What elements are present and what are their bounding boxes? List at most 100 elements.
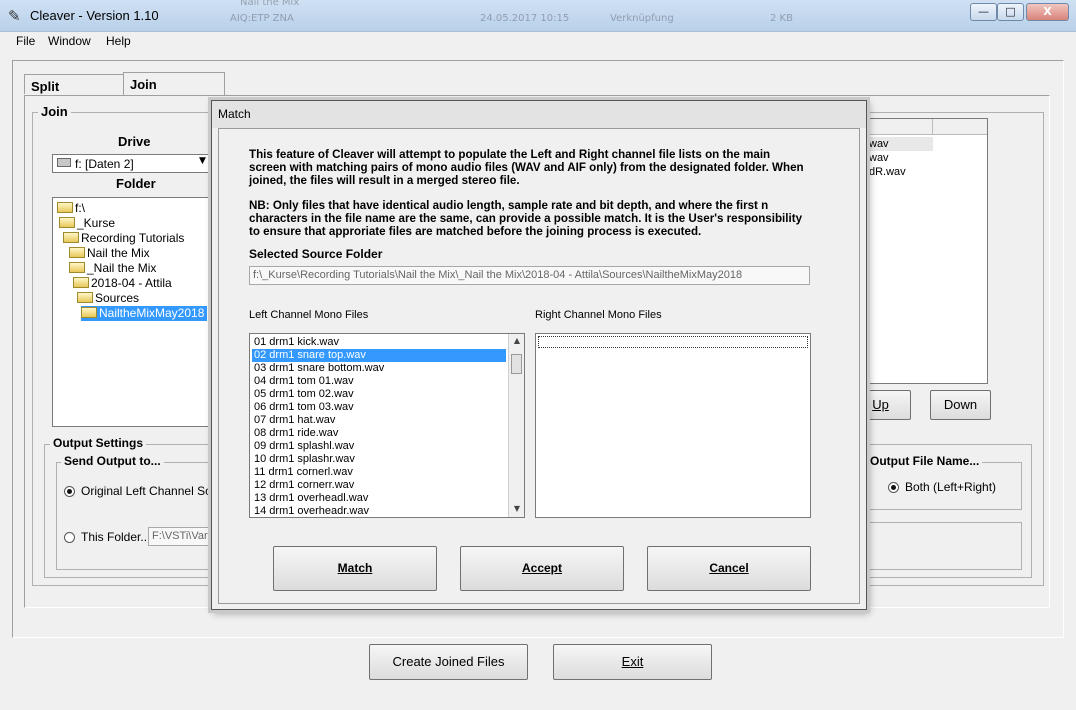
menu-help[interactable]: Help [106, 34, 131, 48]
right-channel-label: Right Channel Mono Files [535, 309, 662, 321]
cancel-button[interactable]: Cancel [647, 546, 811, 591]
folder-tree-item-label: Recording Tutorials [81, 231, 185, 245]
folder-label: Folder [116, 176, 156, 191]
send-output-title: Send Output to... [61, 454, 164, 468]
ghost-text: 2 KB [770, 13, 793, 24]
folder-tree-item-label: 2018-04 - Attila [91, 276, 172, 290]
both-channels-radio[interactable] [888, 482, 899, 493]
folder-tree-item-label: Sources [95, 291, 140, 305]
folder-tree-item[interactable]: _Nail the Mix [69, 261, 159, 276]
this-folder-radio[interactable] [64, 532, 75, 543]
tab-split[interactable]: Split [24, 74, 124, 94]
send-output-group [56, 462, 216, 570]
list-item[interactable]: 13 drm1 overheadl.wav [252, 492, 370, 505]
list-item[interactable]: 10 drm1 splashr.wav [252, 453, 357, 466]
column-header[interactable] [867, 119, 933, 135]
intro-text: This feature of Cleaver will attempt to … [249, 148, 804, 187]
join-group-title: Join [38, 104, 71, 119]
drive-label: Drive [118, 134, 151, 149]
left-list-scrollbar[interactable]: ▲ ▼ [508, 334, 524, 517]
list-item[interactable]: 12 drm1 cornerr.wav [252, 479, 356, 492]
scroll-down-icon[interactable]: ▼ [509, 504, 524, 513]
dialog-body: This feature of Cleaver will attempt to … [218, 128, 860, 604]
folder-icon [63, 232, 79, 243]
list-item[interactable]: 05 drm1 tom 02.wav [252, 388, 356, 401]
scroll-up-icon[interactable]: ▲ [509, 336, 524, 345]
left-channel-list[interactable]: 01 drm1 kick.wav 02 drm1 snare top.wav 03 … [249, 333, 525, 518]
chevron-down-icon[interactable]: ▼ [199, 156, 206, 166]
list-item[interactable]: 01 drm1 kick.wav [252, 336, 341, 349]
folder-tree-item[interactable]: Sources [77, 291, 142, 306]
menu-bar: File Window Help [0, 32, 1076, 52]
right-file-list[interactable]: wav wav dR.wav [866, 118, 988, 384]
list-item[interactable]: 11 drm1 cornerl.wav [252, 466, 355, 479]
list-item[interactable]: 14 drm1 overheadr.wav [252, 505, 371, 517]
match-button[interactable]: Match [273, 546, 437, 591]
original-source-radio[interactable] [64, 486, 75, 497]
drive-value: f: [Daten 2] [75, 157, 134, 171]
exit-button-label: Exit [621, 654, 644, 669]
ghost-text: Nail the Mix [240, 0, 300, 8]
tab-join-label: Join [130, 77, 157, 92]
accept-button-label: Accept [521, 561, 562, 575]
list-item[interactable]: 02 drm1 snare top.wav [252, 349, 506, 362]
window-title: Cleaver - Version 1.10 [30, 8, 159, 23]
exit-button[interactable]: Exit [553, 644, 712, 680]
source-folder-input[interactable]: f:\_Kurse\Recording Tutorials\Nail the M… [249, 266, 810, 285]
output-file-name-title: Output File Name... [867, 454, 983, 468]
create-joined-files-button[interactable]: Create Joined Files [369, 644, 528, 680]
ghost-text: Verknüpfung [610, 13, 674, 24]
tab-split-label: Split [31, 79, 60, 94]
list-item[interactable]: 03 drm1 snare bottom.wav [252, 362, 386, 375]
menu-window[interactable]: Window [48, 34, 91, 48]
folder-tree-item[interactable]: Nail the Mix [69, 246, 153, 261]
cleaver-app-icon: ✎ [8, 7, 21, 25]
folder-tree-item[interactable]: _Kurse [59, 216, 118, 231]
folder-tree[interactable]: f:\ _Kurse Recording Tutorials Nail the Mix… [52, 197, 214, 427]
this-folder-label: This Folder... [81, 530, 151, 544]
folder-tree-item-label: f:\ [75, 201, 86, 215]
list-item[interactable]: 08 drm1 ride.wav [252, 427, 340, 440]
close-button[interactable]: X [1026, 3, 1069, 21]
menu-file[interactable]: File [16, 34, 35, 48]
minimize-button[interactable]: — [970, 3, 997, 21]
list-item[interactable]: dR.wav [869, 166, 906, 178]
down-button-label: Down [943, 397, 978, 412]
list-item[interactable]: wav [869, 138, 889, 150]
list-item[interactable]: 04 drm1 tom 01.wav [252, 375, 356, 388]
list-item[interactable]: wav [869, 152, 889, 164]
folder-tree-item-label: NailtheMixMay2018 [99, 306, 205, 320]
cancel-button-label: Cancel [709, 561, 749, 575]
down-button[interactable]: Down [930, 390, 991, 420]
match-dialog: Match This feature of Cleaver will attem… [211, 100, 867, 610]
ghost-text: AIQ:ETP ZNA [230, 13, 294, 24]
this-folder-input[interactable]: F:\VSTi\Variou [148, 527, 218, 546]
folder-tree-item[interactable]: f:\ [57, 201, 88, 216]
note-text: NB: Only files that have identical audio… [249, 199, 803, 238]
folder-tree-item-label: _Kurse [77, 216, 116, 230]
folder-tree-item-label: Nail the Mix [87, 246, 150, 260]
dialog-title-bar: Match [212, 101, 866, 128]
column-header[interactable] [933, 119, 987, 135]
up-button-label: Up [872, 397, 889, 412]
folder-tree-item[interactable]: 2018-04 - Attila [73, 276, 175, 291]
folder-tree-item[interactable]: Recording Tutorials [63, 231, 187, 246]
right-channel-list[interactable] [535, 333, 811, 518]
list-focus-row[interactable] [538, 336, 808, 348]
folder-icon [59, 217, 75, 228]
tab-join[interactable]: Join [123, 72, 225, 96]
list-item[interactable]: 09 drm1 splashl.wav [252, 440, 356, 453]
output-extra-box [862, 522, 1022, 570]
source-folder-label: Selected Source Folder [249, 247, 383, 261]
folder-icon [81, 307, 97, 318]
folder-tree-item[interactable]: NailtheMixMay2018 [81, 306, 208, 321]
list-item[interactable]: 07 drm1 hat.wav [252, 414, 337, 427]
drive-select[interactable]: f: [Daten 2] ▼ [52, 154, 214, 173]
list-item[interactable]: 06 drm1 tom 03.wav [252, 401, 356, 414]
scroll-thumb[interactable] [511, 354, 522, 374]
folder-icon [73, 277, 89, 288]
accept-button[interactable]: Accept [460, 546, 624, 591]
folder-icon [57, 202, 73, 213]
maximize-button[interactable]: □ [997, 3, 1024, 21]
ghost-text: 24.05.2017 10:15 [480, 13, 570, 24]
